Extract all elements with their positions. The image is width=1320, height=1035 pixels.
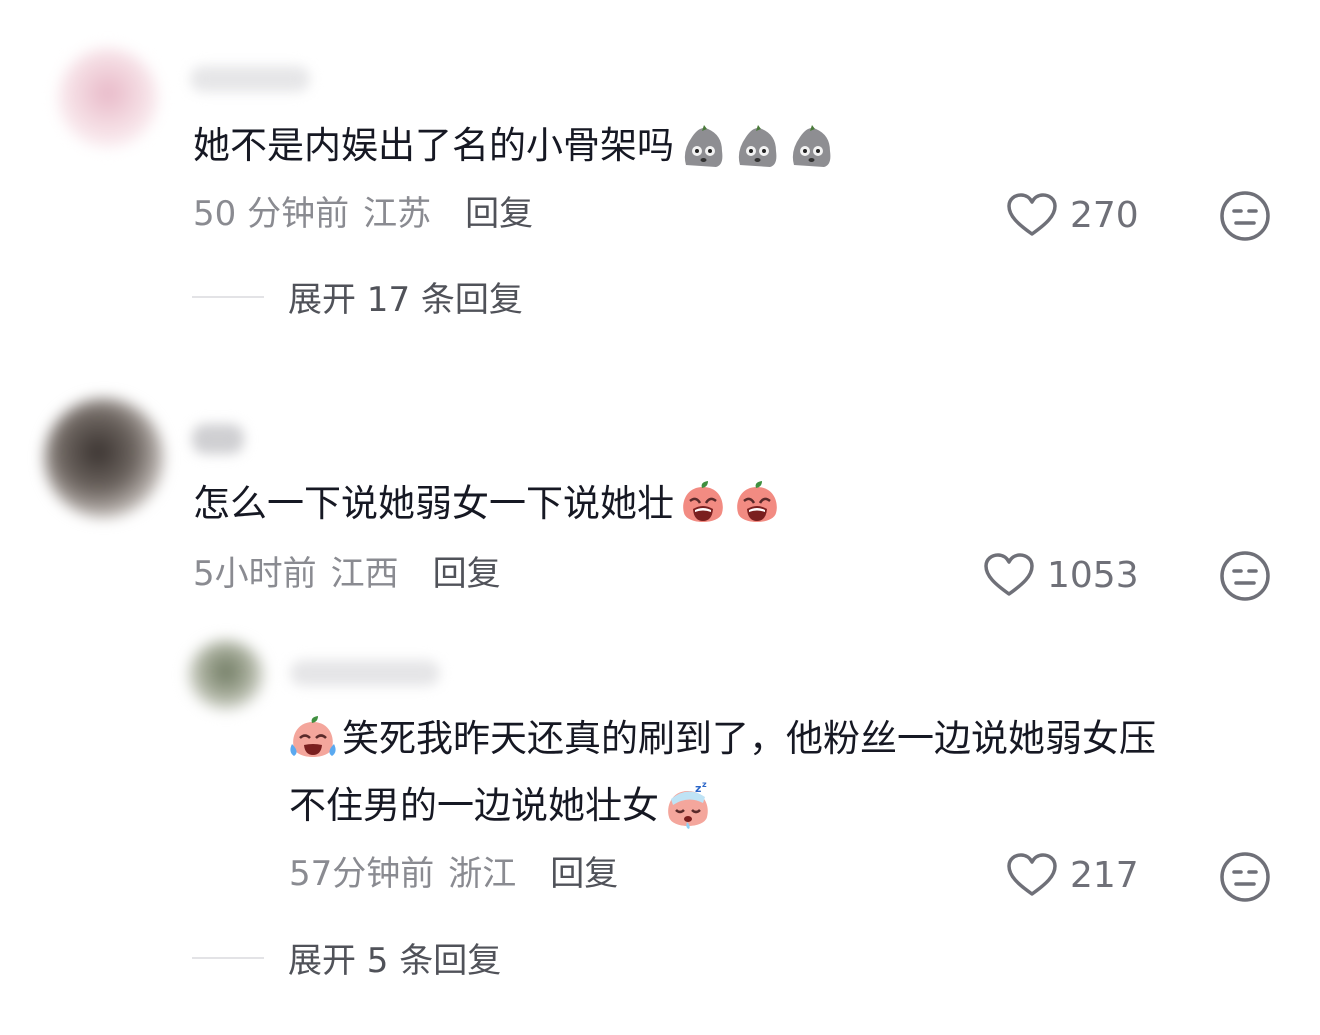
dislike-face-icon[interactable]: [1219, 190, 1271, 242]
divider: [192, 956, 264, 959]
svg-text:z: z: [695, 782, 701, 795]
heart-icon: [1007, 853, 1057, 896]
avatar[interactable]: [58, 48, 158, 148]
stone-face-emoji: [678, 121, 728, 171]
crying-peach-emoji: [678, 479, 728, 529]
like-button[interactable]: 270: [1006, 192, 1139, 238]
like-button[interactable]: 217: [1006, 852, 1139, 898]
avatar[interactable]: [44, 398, 164, 518]
like-count: 217: [1070, 854, 1139, 896]
avatar[interactable]: [188, 640, 264, 710]
like-count: 1053: [1047, 554, 1139, 596]
location: 江西: [330, 554, 399, 594]
timestamp: 5小时前: [193, 554, 317, 594]
reply-text-line-2: 不住男的一边说她壮女 zz: [289, 781, 713, 831]
dislike-face-icon[interactable]: [1219, 550, 1271, 602]
location: 江苏: [363, 194, 432, 234]
expand-replies-button[interactable]: 展开 17 条回复: [192, 272, 523, 321]
dislike-face-icon[interactable]: [1219, 851, 1271, 903]
expand-replies-button[interactable]: 展开 5 条回复: [192, 933, 501, 982]
comment-text: 她不是内娱出了名的小骨架吗: [193, 121, 836, 171]
divider: [192, 295, 264, 298]
crying-peach-emoji: [732, 479, 782, 529]
timestamp: 57分钟前: [289, 854, 435, 894]
comment-meta: 5小时前 江西 回复: [193, 552, 501, 596]
sleepy-peach-emoji: zz: [663, 781, 713, 831]
reply-text-line-1: 笑死我昨天还真的刷到了，他粉丝一边说她弱女压: [288, 714, 1156, 764]
timestamp: 50 分钟前: [193, 194, 350, 234]
svg-text:z: z: [702, 781, 707, 789]
reply-button[interactable]: 回复: [433, 552, 501, 596]
laughing-crying-peach-emoji: [288, 714, 338, 764]
like-count: 270: [1070, 194, 1139, 236]
username[interactable]: [190, 66, 310, 92]
username[interactable]: [290, 660, 440, 686]
reply-meta: 57分钟前 浙江 回复: [289, 852, 618, 896]
location: 浙江: [448, 854, 517, 894]
comment-meta: 50 分钟前 江苏 回复: [193, 192, 533, 236]
reply-button[interactable]: 回复: [550, 852, 618, 896]
stone-face-emoji: [732, 121, 782, 171]
stone-face-emoji: [786, 121, 836, 171]
heart-icon: [984, 553, 1034, 596]
username[interactable]: [192, 424, 244, 454]
heart-icon: [1007, 193, 1057, 236]
like-button[interactable]: 1053: [983, 552, 1139, 598]
comment-text: 怎么一下说她弱女一下说她壮: [193, 479, 782, 529]
reply-button[interactable]: 回复: [465, 192, 533, 236]
